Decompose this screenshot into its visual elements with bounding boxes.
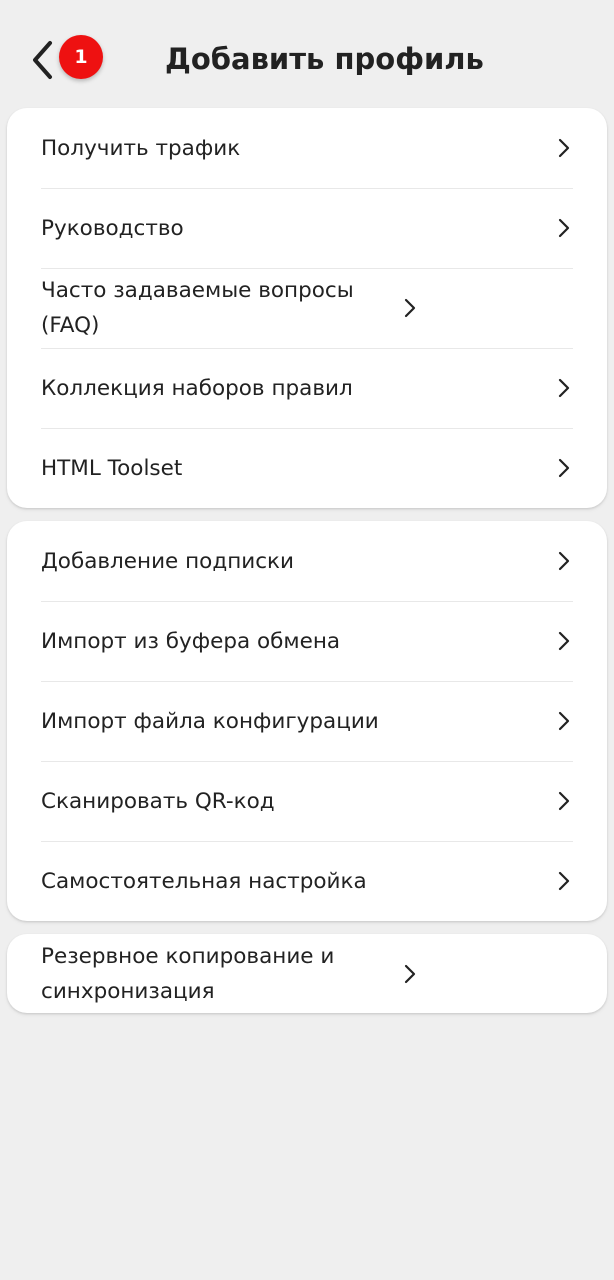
menu-item-label: Импорт из буфера обмена: [41, 628, 341, 654]
menu-item-label: Сканировать QR-код: [41, 788, 275, 814]
menu-item-label: HTML Toolset: [41, 455, 183, 481]
menu-item-guide[interactable]: Руководство: [7, 188, 607, 268]
menu-item-label: Руководство: [41, 215, 184, 241]
app-header: 1 Добавить профиль: [0, 0, 614, 108]
chevron-right-icon: [555, 377, 573, 399]
chevron-right-icon: [401, 297, 419, 319]
chevron-right-icon: [555, 630, 573, 652]
back-button[interactable]: [26, 40, 62, 80]
chevron-right-icon: [555, 550, 573, 572]
import-section-card: Добавление подписки Импорт из буфера обм…: [7, 521, 607, 921]
page-title: Добавить профиль: [165, 42, 484, 76]
help-section-card: Получить трафик Руководство Часто задава…: [7, 108, 607, 508]
notification-badge[interactable]: 1: [59, 35, 103, 79]
menu-item-label: Резервное копирование и синхронизация: [41, 943, 335, 1004]
menu-item-add-subscription[interactable]: Добавление подписки: [7, 521, 607, 601]
menu-item-label: Импорт файла конфигурации: [41, 708, 379, 734]
backup-section-card: Резервное копирование и синхронизация: [7, 934, 607, 1013]
menu-item-scan-qr[interactable]: Сканировать QR-код: [7, 761, 607, 841]
menu-item-label: Получить трафик: [41, 135, 241, 161]
chevron-right-icon: [401, 963, 419, 985]
menu-item-label: Часто задаваемые вопросы (FAQ): [41, 278, 354, 338]
menu-item-ruleset-collection[interactable]: Коллекция наборов правил: [7, 348, 607, 428]
chevron-right-icon: [555, 457, 573, 479]
menu-item-import-config-file[interactable]: Импорт файла конфигурации: [7, 681, 607, 761]
menu-item-manual-setup[interactable]: Самостоятельная настройка: [7, 841, 607, 921]
chevron-right-icon: [555, 790, 573, 812]
menu-item-label: Добавление подписки: [41, 548, 295, 574]
chevron-right-icon: [555, 710, 573, 732]
chevron-right-icon: [555, 870, 573, 892]
menu-item-label: Коллекция наборов правил: [41, 375, 353, 401]
menu-item-html-toolset[interactable]: HTML Toolset: [7, 428, 607, 508]
chevron-right-icon: [555, 217, 573, 239]
menu-item-faq[interactable]: Часто задаваемые вопросы (FAQ): [7, 268, 607, 348]
menu-item-backup-sync[interactable]: Резервное копирование и синхронизация: [7, 934, 607, 1013]
menu-item-label: Самостоятельная настройка: [41, 868, 367, 894]
chevron-left-icon: [33, 41, 52, 79]
menu-item-import-clipboard[interactable]: Импорт из буфера обмена: [7, 601, 607, 681]
chevron-right-icon: [555, 137, 573, 159]
menu-item-get-traffic[interactable]: Получить трафик: [7, 108, 607, 188]
